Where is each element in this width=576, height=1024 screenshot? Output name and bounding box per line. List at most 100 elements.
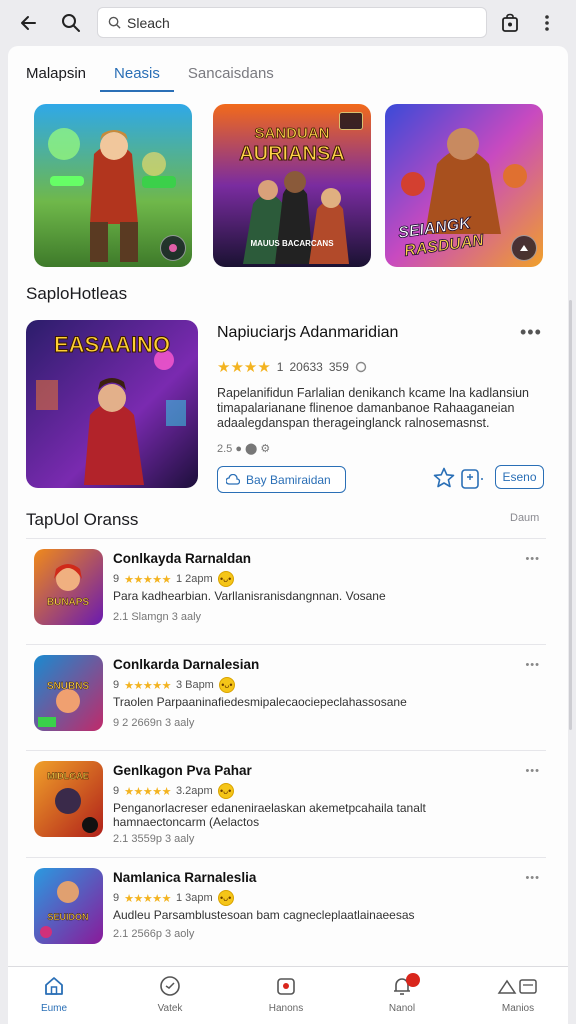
nav-notifications-label: Nanol — [388, 1003, 416, 1014]
list-item-meta: 9 2 2669n 3 aaly — [113, 717, 195, 729]
nav-recent[interactable]: Vatek — [130, 975, 210, 1014]
thumb-4-caption: SEUIDON — [47, 912, 88, 922]
star-rating-icon: ★★★★★ — [124, 785, 171, 798]
list-item-overflow-icon[interactable]: ••• — [525, 872, 540, 884]
list-item-rating-value: 9 — [113, 679, 120, 691]
clock-icon — [160, 976, 180, 996]
featured-meta-value: 2.5 — [217, 443, 233, 455]
list-item-rating: 9 ★★★★★ 1 3apm •ᴗ• — [113, 890, 234, 906]
tab-0[interactable]: Malapsin — [26, 64, 86, 92]
cloud-icon — [226, 473, 240, 485]
list-section-title: TapUol Oranss — [26, 510, 139, 529]
nav-notifications[interactable]: Nanol — [362, 973, 442, 1014]
list-item-overflow-icon[interactable]: ••• — [525, 553, 540, 565]
banner-card-1[interactable] — [34, 104, 192, 267]
list-item-overflow-icon[interactable]: ••• — [525, 765, 540, 777]
featured-title: Napiuciarjs Adanmaridian — [217, 324, 399, 341]
list-item-meta: 2.1 2566p 3 aoly — [113, 928, 195, 940]
share-icon[interactable] — [460, 468, 484, 490]
featured-game-art[interactable]: EASAAINO — [26, 320, 198, 488]
list-item-rating-count: 1 3apm — [175, 892, 213, 904]
nav-profile-label: Manios — [501, 1003, 535, 1014]
list-item-rating-value: 9 — [113, 785, 120, 797]
list-item-rating: 9 ★★★★★ 3 Bapm •ᴗ• — [113, 677, 235, 693]
list-item-title: Namlanica Rarnaleslia — [113, 870, 257, 885]
banner-card-3[interactable]: SEIANGK RASDUAN — [385, 104, 543, 267]
nav-home-label: Eume — [40, 1003, 68, 1014]
more-vert-icon[interactable] — [534, 10, 560, 36]
notification-badge — [406, 973, 420, 987]
nav-recent-label: Vatek — [157, 1003, 183, 1014]
emoji-icon: •ᴗ• — [217, 783, 234, 799]
star-rating-icon: ★★★★★ — [124, 573, 171, 586]
list-item-title: Genlkagon Pva Pahar — [113, 763, 252, 778]
favorite-star-icon[interactable] — [432, 466, 456, 490]
emoji-icon: •ᴗ• — [218, 677, 235, 693]
banner-2-top-text: SANDUAN — [255, 125, 330, 142]
banner-card-2[interactable]: SANDUAN AURIANSA MAUUS BACARCANS — [213, 104, 371, 267]
featured-art-svg: EASAAINO — [26, 320, 198, 488]
refresh-icon — [355, 361, 367, 373]
star-rating-icon: ★★★★ — [217, 359, 271, 376]
featured-rating-extra: 359 — [328, 360, 349, 374]
thumb-2-caption: SNUBNS — [47, 681, 90, 692]
top-app-bar — [0, 0, 576, 46]
featured-art-title: EASAAINO — [54, 332, 170, 357]
list-item-rating: 9 ★★★★★ 3.2apm •ᴗ• — [113, 783, 234, 799]
search-field[interactable] — [97, 7, 487, 38]
list-item-thumbnail: SNUBNS — [34, 655, 103, 731]
featured-secondary-button[interactable]: Eseno — [495, 465, 544, 489]
featured-overflow-icon[interactable]: ••• — [520, 322, 542, 343]
list-item-rating-value: 9 — [113, 573, 120, 585]
game-tag-icon — [339, 112, 363, 130]
tab-bar: Malapsin Neasis Sancaisdans — [26, 64, 302, 92]
list-see-more-link[interactable]: Daum — [510, 512, 539, 524]
nav-store[interactable]: Hanons — [246, 975, 326, 1014]
back-arrow-icon[interactable] — [16, 10, 42, 36]
tab-2[interactable]: Sancaisdans — [188, 64, 274, 92]
bag-icon[interactable] — [497, 10, 523, 36]
list-item-title: Conlkarda Darnalesian — [113, 657, 260, 672]
info-icon: ● ⬤ ⚙ — [235, 443, 271, 455]
list-item-meta: 2.1 Slamgn 3 aaly — [113, 611, 202, 623]
list-item[interactable]: SNUBNS Conlkarda Darnalesian 9 ★★★★★ 3 B… — [26, 644, 546, 750]
featured-section-title: SaploHotleas — [26, 284, 128, 303]
list-item-meta: 2.1 3559p 3 aaly — [113, 833, 195, 845]
featured-description: Rapelanifidun Farlalian denikanch kcame … — [217, 386, 529, 430]
list-item-rating-count: 1 2apm — [175, 573, 213, 585]
bottom-navigation: Eume Vatek Hanons Nanol Manios — [8, 966, 568, 1024]
home-icon — [45, 977, 63, 995]
list-item-description: Audleu Parsamblustesoan bam cagnecleplaa… — [113, 908, 415, 922]
search-icon[interactable] — [58, 10, 84, 36]
list-item[interactable]: SEUIDON Namlanica Rarnaleslia 9 ★★★★★ 1 … — [26, 857, 546, 963]
search-field-icon — [108, 16, 121, 29]
featured-rating-count: 20633 — [289, 360, 323, 374]
game-badge-icon — [511, 235, 537, 261]
list-item-thumbnail: MIDLGAE — [34, 761, 103, 837]
list-item-rating-count: 3 Bapm — [175, 679, 214, 691]
list-item-overflow-icon[interactable]: ••• — [525, 659, 540, 671]
store-icon — [277, 978, 295, 995]
nav-store-label: Hanons — [268, 1003, 304, 1014]
list-item[interactable]: MIDLGAE Genlkagon Pva Pahar 9 ★★★★★ 3.2a… — [26, 750, 546, 856]
emoji-icon: •ᴗ• — [217, 890, 234, 906]
list-item-rating: 9 ★★★★★ 1 2apm •ᴗ• — [113, 571, 234, 587]
list-item-description: Para kadhearbian. Varllanisranisdangnnan… — [113, 589, 386, 603]
list-item-rating-value: 9 — [113, 892, 120, 904]
profile-icon — [497, 979, 537, 994]
thumb-3-caption: MIDLGAE — [47, 771, 89, 781]
scrollbar[interactable] — [569, 300, 572, 730]
tab-1-selected[interactable]: Neasis — [100, 64, 174, 92]
nav-profile[interactable]: Manios — [478, 975, 558, 1014]
featured-meta: 2.5 ● ⬤ ⚙ — [217, 442, 270, 455]
search-input[interactable] — [127, 14, 427, 31]
featured-rating: ★★★★ 1 20633 359 — [217, 358, 367, 376]
nav-home[interactable]: Eume — [14, 975, 94, 1014]
featured-install-button[interactable]: Bay Bamiraidan — [217, 466, 346, 493]
list-item[interactable]: BUNAPS Conlkayda Rarnaldan 9 ★★★★★ 1 2ap… — [26, 538, 546, 644]
list-item-thumbnail: BUNAPS — [34, 549, 103, 625]
list-item-title: Conlkayda Rarnaldan — [113, 551, 252, 566]
banner-2-bottom-text: MAUUS BACARCANS — [250, 239, 334, 248]
emoji-icon: •ᴗ• — [217, 571, 234, 587]
star-rating-icon: ★★★★★ — [124, 679, 171, 692]
